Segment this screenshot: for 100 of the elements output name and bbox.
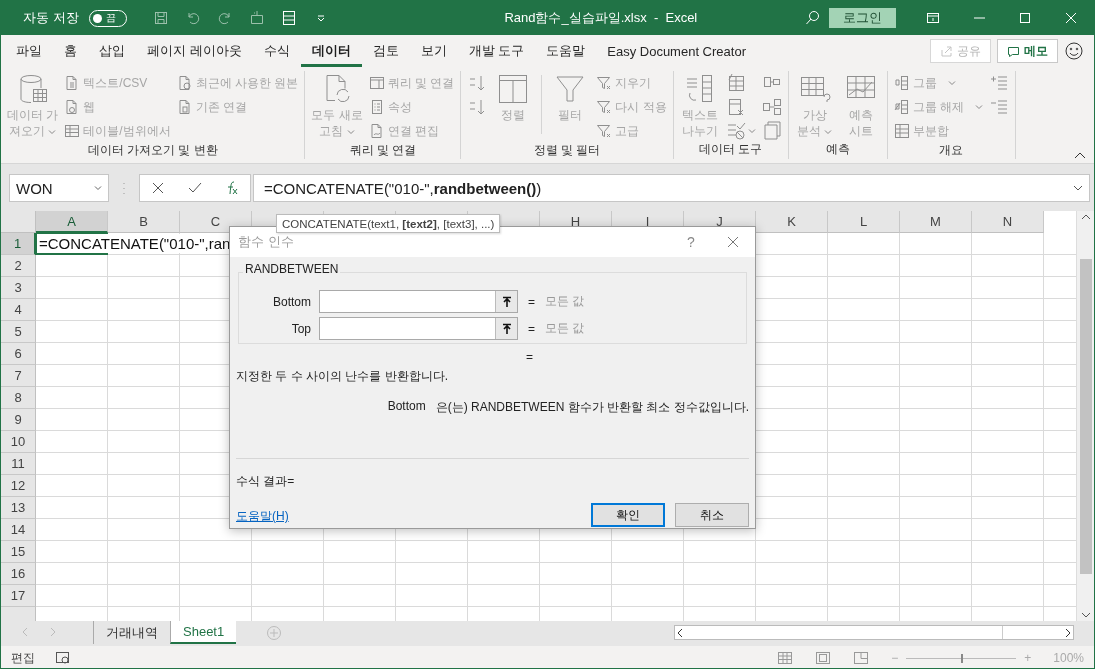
scroll-up-icon (1080, 213, 1091, 221)
row-header[interactable]: 12 (1, 475, 36, 497)
argument-field[interactable] (319, 317, 518, 340)
ribbon-group-label: 예측 (824, 141, 851, 158)
clear-filter-icon (596, 75, 613, 91)
caret-icon (94, 185, 102, 191)
row-header[interactable]: 6 (1, 343, 36, 365)
new-sheet-icon (248, 10, 265, 26)
argument-description: 은(는) RANDBETWEEN 함수가 반환할 최소 정수값입니다. (435, 399, 749, 416)
row-header[interactable]: 10 (1, 431, 36, 453)
form-icon (280, 10, 297, 26)
collapse-dialog-icon (500, 322, 513, 335)
ribbon-tab[interactable]: 도움말 (535, 35, 597, 67)
caret-icon (975, 104, 984, 110)
ribbon-tab[interactable]: 페이지 레이아웃 (136, 35, 253, 67)
share-icon (940, 44, 953, 58)
ungroup-icon (893, 99, 910, 115)
ribbon-tab[interactable]: 개발 도구 (457, 35, 536, 67)
row-header[interactable]: 1 (1, 233, 36, 255)
ribbon-group-label: 쿼리 및 연결 (348, 142, 418, 159)
status-mode: 편집 (11, 649, 35, 667)
ribbon-tab[interactable]: 삽입 (88, 35, 136, 67)
search-icon (805, 10, 821, 26)
next-sheet-icon (49, 627, 57, 637)
column-header[interactable]: N (972, 211, 1044, 233)
ribbon-tab[interactable]: 파일 (5, 35, 53, 67)
scroll-right-icon (1063, 627, 1073, 638)
customize-caret-icon (315, 13, 326, 23)
data-model-icon (761, 121, 782, 141)
row-header[interactable]: 4 (1, 299, 36, 321)
collapse-ribbon-icon (1074, 151, 1086, 159)
close-icon (1063, 10, 1079, 26)
link-document-icon (176, 99, 193, 115)
column-header[interactable]: L (828, 211, 900, 233)
row-header[interactable]: 7 (1, 365, 36, 387)
row-header[interactable]: 3 (1, 277, 36, 299)
row-header[interactable]: 17 (1, 585, 36, 607)
column-header[interactable]: A (36, 211, 108, 233)
ribbon-display-icon (925, 10, 941, 26)
ribbon-tab[interactable]: 검토 (361, 35, 410, 67)
row-header[interactable]: 5 (1, 321, 36, 343)
function-name: RANDBETWEEN (243, 262, 341, 276)
ribbon-tab[interactable]: 보기 (409, 35, 458, 67)
ribbon-tab[interactable]: 수식 (252, 35, 301, 67)
ribbon-group-label: 데이터 가져오기 및 변환 (86, 142, 219, 159)
data-validation-icon (725, 121, 746, 141)
save-icon (152, 10, 169, 26)
caret-icon (747, 128, 756, 134)
equals-sign: = (528, 321, 535, 336)
formula-field[interactable]: =CONCATENATE("010-",randbetween()) (253, 174, 1090, 202)
row-header[interactable]: 14 (1, 519, 36, 541)
name-box[interactable]: WON (9, 174, 109, 202)
row-header[interactable]: 9 (1, 409, 36, 431)
scrollbar-thumb[interactable] (1079, 258, 1092, 574)
dialog-button[interactable]: 취소 (675, 503, 749, 527)
function-description: 지정한 두 수 사이의 난수를 반환합니다. (236, 369, 448, 383)
column-header[interactable]: C (180, 211, 252, 233)
scroll-left-icon (675, 627, 685, 638)
row-header[interactable]: 13 (1, 497, 36, 519)
filter-icon (554, 73, 587, 105)
hide-detail-icon (989, 97, 1010, 117)
select-all-button[interactable] (1, 211, 36, 233)
sheet-tab[interactable]: Sheet1 (170, 621, 237, 644)
row-header[interactable]: 8 (1, 387, 36, 409)
ribbon-tab[interactable]: 홈 (53, 35, 88, 67)
ribbon-tab[interactable]: Easy Document Creator (596, 35, 757, 67)
argument-value: 모든 값 (545, 320, 585, 337)
page-layout-icon (815, 650, 832, 666)
argument-label: Bottom (272, 294, 312, 309)
previous-sheet-icon (21, 627, 29, 637)
maximize-icon (1017, 10, 1033, 26)
window-title: Rand함수_실습파일.xlsx - Excel (503, 9, 699, 27)
cell-text: =CONCATENATE("010-",ran (39, 234, 231, 253)
ribbon-group-label: 정렬 및 필터 (532, 142, 602, 159)
argument-field[interactable] (319, 290, 518, 313)
row-header[interactable]: 15 (1, 541, 36, 563)
page-break-icon (853, 650, 870, 666)
normal-view-icon (777, 650, 794, 666)
row-header[interactable]: 16 (1, 563, 36, 585)
row-header[interactable]: 11 (1, 453, 36, 475)
help-link[interactable]: 도움말(H) (236, 508, 289, 523)
column-header[interactable]: M (900, 211, 972, 233)
panel-icon (368, 75, 385, 91)
subtotal-icon (893, 123, 910, 139)
ribbon-group-label: 데이터 도구 (698, 141, 764, 158)
edit-document-icon (368, 123, 385, 139)
row-header[interactable]: 2 (1, 255, 36, 277)
horizontal-scrollbar[interactable] (674, 625, 1074, 640)
equals-sign: = (526, 350, 533, 364)
dialog-button[interactable]: 확인 (591, 503, 665, 527)
column-header[interactable]: K (756, 211, 828, 233)
reapply-filter-icon (596, 99, 613, 115)
show-detail-icon (989, 73, 1010, 93)
scroll-down-icon (1080, 611, 1091, 619)
login-button[interactable]: 로그인 (829, 8, 896, 28)
group-icon (893, 75, 910, 91)
caret-icon (346, 129, 355, 135)
help-button[interactable]: ? (671, 234, 711, 250)
column-header[interactable]: B (108, 211, 180, 233)
comments-button[interactable]: 메모 (997, 39, 1058, 63)
